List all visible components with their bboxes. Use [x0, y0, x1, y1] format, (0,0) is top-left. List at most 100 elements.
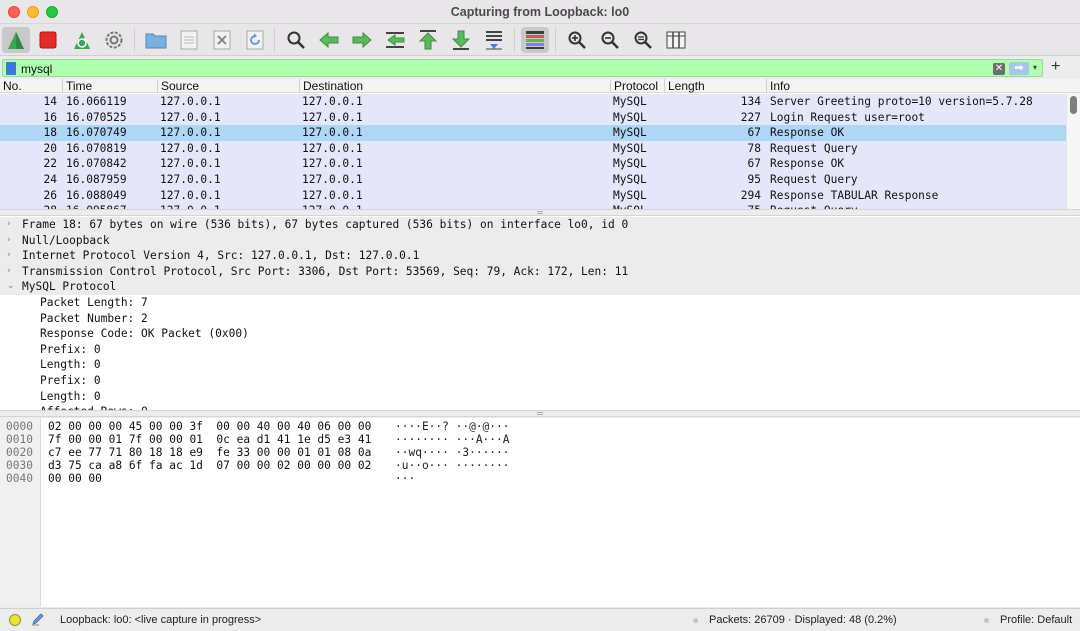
ascii-bytes[interactable]: ···: [395, 472, 415, 485]
tree-item[interactable]: › Transmission Control Protocol, Src Port…: [0, 263, 1080, 280]
zoom-in-button[interactable]: [563, 27, 591, 53]
table-row[interactable]: 22 16.070842 127.0.0.1 127.0.0.1 MySQL 67 Resp…: [0, 156, 1066, 172]
table-row[interactable]: 16 16.070525 127.0.0.1 127.0.0.1 MySQL 227 Log…: [0, 109, 1066, 126]
column-header-time[interactable]: Time: [62, 79, 157, 93]
clear-filter-icon[interactable]: ✕: [993, 63, 1005, 75]
cell-source: 127.0.0.1: [160, 141, 221, 155]
go-last-packet-button[interactable]: [447, 27, 475, 53]
column-header-length[interactable]: Length: [664, 79, 766, 93]
tree-item[interactable]: › Null/Loopback: [0, 232, 1080, 249]
byte-offset[interactable]: 0020: [6, 446, 33, 459]
open-file-button[interactable]: [142, 27, 170, 53]
scrollbar-thumb[interactable]: [1070, 96, 1077, 114]
hex-bytes[interactable]: 7f 00 00 01 7f 00 00 01 0c ea d1 41 1e d…: [48, 433, 371, 446]
find-packet-button[interactable]: [282, 27, 310, 53]
tree-item[interactable]: › Frame 18: 67 bytes on wire (536 bits), …: [0, 217, 1080, 233]
filter-history-dropdown-icon[interactable]: ▾: [1033, 63, 1037, 72]
add-filter-button-icon[interactable]: +: [1051, 58, 1060, 76]
table-row[interactable]: 26 16.088049 127.0.0.1 127.0.0.1 MySQL 294 Res…: [0, 187, 1066, 204]
tree-subitem[interactable]: Packet Length: 7: [0, 295, 1080, 311]
collapsed-arrow-icon[interactable]: ›: [7, 248, 11, 264]
collapsed-arrow-icon[interactable]: ›: [7, 264, 11, 280]
colorize-button[interactable]: [521, 27, 549, 53]
table-row[interactable]: 14 16.066119 127.0.0.1 127.0.0.1 MySQL 134 Ser…: [0, 94, 1066, 110]
capture-comment-icon[interactable]: [31, 612, 45, 626]
zoom-out-button[interactable]: [596, 27, 624, 53]
go-forward-button[interactable]: [348, 27, 376, 53]
filter-text[interactable]: mysql: [21, 62, 52, 76]
collapsed-arrow-icon[interactable]: ›: [7, 233, 11, 249]
hex-bytes[interactable]: d3 75 ca a8 6f fa ac 1d 07 00 00 02 00 0…: [48, 459, 371, 472]
close-file-button[interactable]: [208, 27, 236, 53]
column-header-no[interactable]: No.: [0, 79, 62, 93]
hex-bytes[interactable]: 02 00 00 00 45 00 00 3f 00 00 40 00 40 0…: [48, 420, 371, 433]
find-packet-icon: [287, 31, 305, 49]
zoom-normal-button[interactable]: [629, 27, 657, 53]
go-first-packet-button[interactable]: [414, 27, 442, 53]
go-back-button[interactable]: [315, 27, 343, 53]
cell-no: 26: [43, 188, 57, 202]
byte-offset[interactable]: 0010: [6, 433, 33, 446]
collapsed-arrow-icon[interactable]: ›: [7, 217, 11, 233]
column-header-info[interactable]: Info: [766, 79, 1080, 93]
tree-subitem[interactable]: Prefix: 0: [0, 342, 1080, 358]
ascii-bytes[interactable]: ········ ···A···A: [395, 433, 510, 446]
cell-no: 22: [43, 157, 57, 171]
capture-options-button[interactable]: [100, 27, 128, 53]
details-bytes-splitter[interactable]: [0, 410, 1080, 417]
byte-offset[interactable]: 0030: [6, 459, 33, 472]
tree-item-label: Frame 18: 67 bytes on wire (536 bits), 6…: [22, 218, 629, 231]
display-filter-input[interactable]: mysql ✕ ➡ ▾: [2, 59, 1043, 77]
expanded-arrow-icon[interactable]: ⌄: [7, 279, 15, 295]
column-header-destination[interactable]: Destination: [299, 79, 610, 93]
tree-subitem[interactable]: Packet Number: 2: [0, 311, 1080, 327]
table-row[interactable]: 18 16.070749 127.0.0.1 127.0.0.1 MySQL 67 Resp…: [0, 125, 1066, 141]
autoscroll-button[interactable]: [480, 27, 508, 53]
go-to-packet-button[interactable]: [381, 27, 409, 53]
tree-subitem[interactable]: Length: 0: [0, 389, 1080, 405]
stop-capture-button[interactable]: [34, 27, 62, 53]
display-filter-bar: mysql ✕ ➡ ▾ +: [0, 57, 1080, 79]
expert-info-led-icon[interactable]: [9, 614, 21, 626]
apply-filter-icon[interactable]: ➡: [1009, 62, 1029, 75]
start-capture-button[interactable]: [2, 27, 30, 53]
cell-source: 127.0.0.1: [160, 95, 221, 108]
hex-bytes[interactable]: 00 00 00: [48, 472, 102, 485]
bookmark-icon[interactable]: [6, 62, 16, 75]
table-row[interactable]: 20 16.070819 127.0.0.1 127.0.0.1 MySQL 78 Requ…: [0, 140, 1066, 157]
ascii-bytes[interactable]: ·u··o··· ········: [395, 459, 510, 472]
table-row[interactable]: 24 16.087959 127.0.0.1 127.0.0.1 MySQL 95 Requ…: [0, 172, 1066, 188]
column-header-source[interactable]: Source: [157, 79, 299, 93]
packet-bytes-pane: 0000 02 00 00 00 45 00 00 3f 00 00 40 00 …: [0, 418, 1080, 607]
byte-offset[interactable]: 0000: [6, 420, 33, 433]
cell-destination: 127.0.0.1: [302, 157, 363, 171]
reload-file-button[interactable]: [241, 27, 269, 53]
tree-subitem[interactable]: Prefix: 0: [0, 373, 1080, 389]
ascii-bytes[interactable]: ····E··? ··@·@···: [395, 420, 510, 433]
column-header-protocol[interactable]: Protocol: [610, 79, 664, 93]
restart-capture-button[interactable]: [68, 27, 96, 53]
tree-item-label: Internet Protocol Version 4, Src: 127.0.…: [22, 249, 420, 263]
tree-subitem[interactable]: Length: 0: [0, 357, 1080, 373]
cell-source: 127.0.0.1: [160, 157, 221, 171]
go-last-packet-icon: [451, 30, 471, 50]
packet-list-scrollbar[interactable]: [1066, 93, 1080, 209]
packet-details-pane: › Frame 18: 67 bytes on wire (536 bits), …: [0, 216, 1080, 410]
save-file-button[interactable]: [175, 27, 203, 53]
byte-offset[interactable]: 0040: [6, 472, 33, 485]
tree-item-label: Transmission Control Protocol, Src Port:…: [22, 264, 629, 278]
tree-item-label: Packet Length: 7: [40, 296, 148, 309]
cell-protocol: MySQL: [613, 110, 647, 124]
cell-protocol: MySQL: [613, 157, 647, 171]
tree-item[interactable]: › Internet Protocol Version 4, Src: 127.0…: [0, 248, 1080, 264]
resize-columns-button[interactable]: [662, 27, 690, 53]
packet-list: No. Time Source Destination Protocol Len…: [0, 79, 1080, 209]
tree-subitem[interactable]: Response Code: OK Packet (0x00): [0, 326, 1080, 342]
cell-destination: 127.0.0.1: [302, 126, 363, 140]
list-details-splitter[interactable]: [0, 209, 1080, 216]
hex-bytes[interactable]: c7 ee 77 71 80 18 18 e9 fe 33 00 00 01 0…: [48, 446, 371, 459]
profile-text[interactable]: Profile: Default: [1000, 614, 1072, 626]
tree-item[interactable]: ⌄ MySQL Protocol: [0, 279, 1080, 295]
ascii-bytes[interactable]: ··wq···· ·3······: [395, 446, 510, 459]
cell-destination: 127.0.0.1: [302, 141, 363, 155]
